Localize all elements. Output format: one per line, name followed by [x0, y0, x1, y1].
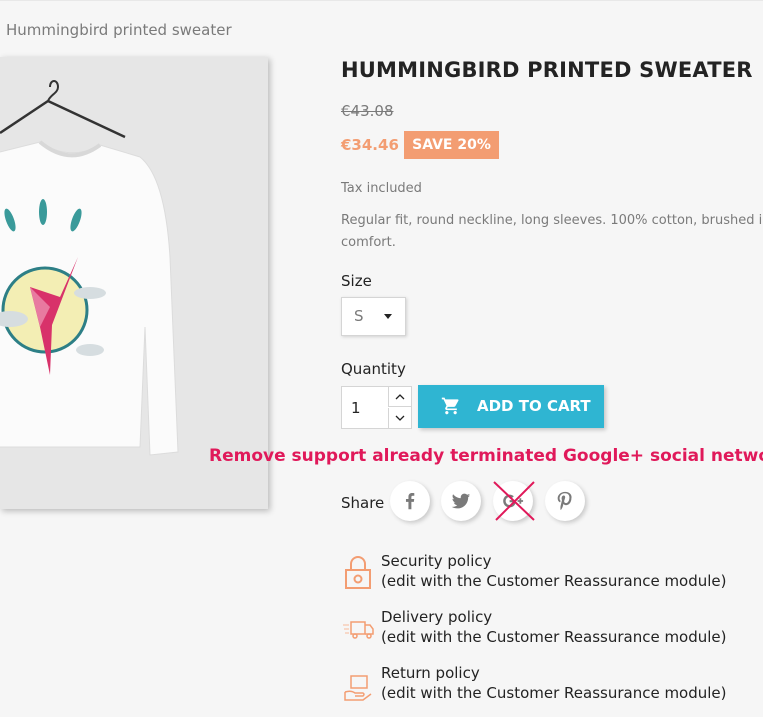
quantity-increment-button[interactable]	[388, 387, 411, 407]
quantity-label: Quantity	[341, 360, 406, 378]
discount-badge: SAVE 20%	[404, 131, 499, 159]
description-line: comfort.	[341, 235, 396, 250]
lock-icon	[345, 556, 371, 589]
return-box-icon	[344, 675, 372, 701]
description-line: Regular fit, round neckline, long sleeve…	[341, 213, 763, 228]
chevron-up-icon	[395, 393, 405, 399]
quantity-input[interactable]: 1	[342, 387, 388, 428]
top-border	[0, 0, 763, 12]
cart-icon	[441, 397, 459, 415]
add-to-cart-label: ADD TO CART	[477, 397, 591, 415]
breadcrumb[interactable]: Hummingbird printed sweater	[6, 21, 232, 39]
facebook-icon	[405, 493, 415, 510]
caret-down-icon	[384, 314, 392, 319]
tax-label: Tax included	[341, 181, 422, 196]
reassurance-subtitle: (edit with the Customer Reassurance modu…	[381, 684, 727, 702]
reassurance-subtitle: (edit with the Customer Reassurance modu…	[381, 628, 727, 646]
twitter-icon	[451, 493, 471, 509]
annotation-text: Remove support already terminated Google…	[209, 446, 763, 466]
reassurance-item: Delivery policy (edit with the Customer …	[341, 608, 761, 654]
chevron-down-icon	[395, 415, 405, 421]
size-label: Size	[341, 272, 372, 290]
reassurance-item: Security policy (edit with the Customer …	[341, 552, 761, 598]
share-twitter-button[interactable]	[441, 481, 481, 521]
reassurance-title: Return policy	[381, 664, 480, 682]
quantity-decrement-button[interactable]	[388, 408, 411, 428]
pinterest-icon	[557, 491, 572, 511]
current-price: €34.46	[341, 136, 399, 154]
reassurance-title: Security policy	[381, 552, 492, 570]
truck-icon	[343, 621, 374, 639]
cross-out-mark-icon	[493, 481, 535, 521]
size-select[interactable]: S	[341, 297, 406, 336]
regular-price: €43.08	[341, 102, 394, 120]
product-description: Regular fit, round neckline, long sleeve…	[341, 210, 763, 254]
reassurance-title: Delivery policy	[381, 608, 493, 626]
reassurance-item: Return policy (edit with the Customer Re…	[341, 664, 761, 710]
product-title: HUMMINGBIRD PRINTED SWEATER	[341, 58, 753, 82]
reassurance-subtitle: (edit with the Customer Reassurance modu…	[381, 572, 727, 590]
add-to-cart-button[interactable]: ADD TO CART	[418, 385, 604, 428]
sweater-image	[0, 80, 179, 456]
share-pinterest-button[interactable]	[545, 481, 585, 521]
share-facebook-button[interactable]	[390, 481, 430, 521]
share-label: Share	[341, 494, 385, 512]
quantity-stepper: 1	[341, 386, 412, 429]
size-selected-value: S	[354, 307, 364, 325]
product-image[interactable]	[0, 57, 268, 509]
